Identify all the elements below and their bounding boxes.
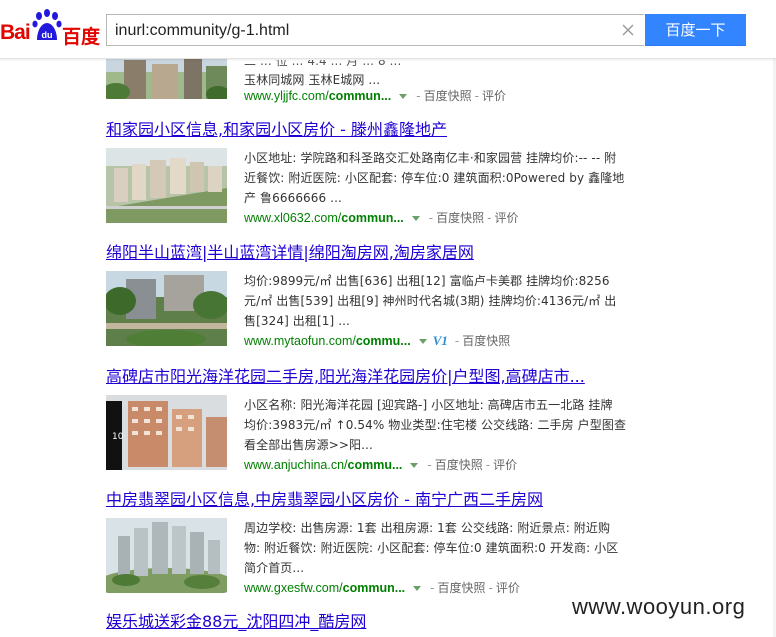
result-thumbnail[interactable]: 10: [106, 395, 227, 470]
result-abstract: 周边学校: 出售房源: 1套 出租房源: 1套 公交线路: 附近景点: 附近购 …: [244, 518, 644, 578]
search-header: Bai du 百度 百度一下: [0, 0, 776, 59]
dropdown-arrow-icon[interactable]: [413, 585, 422, 591]
rate-link[interactable]: 评价: [482, 89, 506, 103]
abstract-line: 售[324] 出租[1] ...: [244, 314, 350, 328]
logo-text-right: 百度: [62, 26, 101, 48]
search-input[interactable]: [115, 20, 595, 42]
abstract-line: 小区名称: 阳光海洋花园 [迎宾路-] 小区地址: 高碑店市五一北路 挂牌: [244, 398, 613, 412]
result-url-line: www.anjuchina.cn/commu... - 百度快照 - 评价: [244, 458, 518, 472]
baidu-logo[interactable]: Bai du 百度: [0, 9, 101, 48]
result-url-line: www.xl0632.com/commun... - 百度快照 - 评价: [244, 211, 519, 225]
result-url-line: www.mytaofun.com/commu... V1- 百度快照: [244, 333, 511, 348]
building-photo: [106, 58, 227, 99]
building-photo: 10: [106, 395, 227, 470]
url-plain: www.anjuchina.cn/: [244, 458, 348, 472]
url-plain: www.mytaofun.com/: [244, 334, 356, 348]
abstract-line: 均价:9899元/㎡ 出售[636] 出租[12] 富临卢卡美郡 挂牌均价:82…: [244, 274, 610, 288]
url-plain: www.yljjfc.com/: [244, 89, 329, 103]
result-abstract: 小区名称: 阳光海洋花园 [迎宾路-] 小区地址: 高碑店市五一北路 挂牌 均价…: [244, 395, 644, 455]
cache-link[interactable]: 百度快照: [424, 89, 472, 103]
logo-text-left: Bai: [0, 21, 31, 44]
cache-link[interactable]: 百度快照: [435, 458, 483, 472]
url-bold: commu...: [347, 458, 403, 472]
dropdown-arrow-icon[interactable]: [410, 462, 419, 468]
dropdown-arrow-icon[interactable]: [399, 93, 408, 99]
search-result: 高碑店市阳光海洋花园二手房,阳光海洋花园房价|户型图,高碑店市... 10 小区…: [106, 367, 666, 472]
result-thumbnail[interactable]: [106, 148, 227, 223]
cache-link[interactable]: 百度快照: [438, 581, 486, 595]
abstract-line: 元/㎡ 出售[539] 出租[9] 神州时代名城(3期) 挂牌均价:4136元/…: [244, 294, 617, 308]
abstract-line: 均价:3983元/㎡ ↑0.54% 物业类型:住宅楼 公交线路: 二手房 户型图…: [244, 418, 627, 432]
search-result: 绵阳半山蓝湾|半山蓝湾详情|绵阳淘房网,淘房家居网 均价:9899元/㎡ 出售[…: [106, 243, 666, 348]
building-photo: [106, 271, 227, 346]
url-bold: commun...: [328, 89, 392, 103]
search-result: 和家园小区信息,和家园小区房价 - 滕州鑫隆地产 小区地址: 学院路和科圣路交汇…: [106, 120, 666, 225]
result-abstract: 均价:9899元/㎡ 出售[636] 出租[12] 富临卢卡美郡 挂牌均价:82…: [244, 271, 644, 331]
result-thumbnail[interactable]: [106, 518, 227, 593]
result-title[interactable]: 高碑店市阳光海洋花园二手房,阳光海洋花园房价|户型图,高碑店市...: [106, 367, 666, 387]
abstract-line: 小区地址: 学院路和科圣路交汇处路南亿丰·和家园营 挂牌均价:-- -- 附: [244, 151, 617, 165]
result-thumbnail[interactable]: [106, 58, 227, 99]
abstract-line: 产 鲁6666666 ...: [244, 191, 342, 205]
cache-link[interactable]: 百度快照: [462, 334, 510, 348]
abstract-line: 物: 附近餐饮: 附近医院: 小区配套: 停车位:0 建筑面积:0 开发商: 小…: [244, 541, 619, 555]
result-thumbnail[interactable]: [106, 271, 227, 346]
search-button[interactable]: 百度一下: [645, 14, 746, 46]
result-url[interactable]: www.anjuchina.cn/commu...: [244, 458, 402, 472]
result-abstract: 小区地址: 学院路和科圣路交汇处路南亿丰·和家园营 挂牌均价:-- -- 附 近…: [244, 148, 644, 208]
result-title[interactable]: 和家园小区信息,和家园小区房价 - 滕州鑫隆地产: [106, 120, 666, 140]
dropdown-arrow-icon[interactable]: [418, 338, 427, 344]
v1-badge[interactable]: V1: [433, 333, 448, 348]
dropdown-arrow-icon[interactable]: [411, 215, 420, 221]
abstract-line: 周边学校: 出售房源: 1套 出租房源: 1套 公交线路: 附近景点: 附近购: [244, 521, 611, 535]
url-bold: commun...: [341, 211, 404, 225]
url-plain: www.xl0632.com/: [244, 211, 342, 225]
result-url-line: www.gxesfw.com/commun... - 百度快照 - 评价: [244, 581, 520, 595]
paw-icon: du: [32, 9, 62, 40]
abstract-line: 近餐饮: 附近医院: 小区配套: 停车位:0 建筑面积:0Powered by …: [244, 171, 625, 185]
result-abstract: 二 ... 位 ... 4.4 ... 月 ... 8 ... 玉林同城网 玉林…: [244, 60, 644, 90]
result-title[interactable]: 中房翡翠园小区信息,中房翡翠园小区房价 - 南宁广西二手房网: [106, 490, 666, 510]
building-photo: [106, 518, 227, 593]
url-bold: commun...: [342, 581, 406, 595]
result-url[interactable]: www.yljjfc.com/commun...: [244, 89, 391, 103]
svg-text:du: du: [42, 30, 53, 40]
result-url[interactable]: www.mytaofun.com/commu...: [244, 334, 411, 348]
watermark: www.wooyun.org: [572, 594, 746, 619]
abstract-line: 简介首页...: [244, 561, 305, 575]
close-icon[interactable]: [620, 22, 636, 38]
result-title[interactable]: 绵阳半山蓝湾|半山蓝湾详情|绵阳淘房网,淘房家居网: [106, 243, 666, 263]
search-field[interactable]: [106, 14, 644, 46]
building-photo: [106, 148, 227, 223]
cache-link[interactable]: 百度快照: [436, 211, 484, 225]
building-number: 10: [112, 432, 124, 442]
result-url[interactable]: www.gxesfw.com/commun...: [244, 581, 405, 595]
abstract-line: 二 ... 位 ... 4.4 ... 月 ... 8 ...: [244, 60, 402, 68]
url-bold: commu...: [355, 334, 411, 348]
rate-link[interactable]: 评价: [494, 211, 518, 225]
search-result: 中房翡翠园小区信息,中房翡翠园小区房价 - 南宁广西二手房网 周边学校: 出售房…: [106, 490, 666, 595]
abstract-line: 看全部出售房源>>阳...: [244, 438, 373, 452]
rate-link[interactable]: 评价: [496, 581, 520, 595]
rate-link[interactable]: 评价: [493, 458, 517, 472]
result-url-line: www.yljjfc.com/commun... - 百度快照 - 评价: [244, 89, 506, 103]
result-url[interactable]: www.xl0632.com/commun...: [244, 211, 404, 225]
url-plain: www.gxesfw.com/: [244, 581, 343, 595]
